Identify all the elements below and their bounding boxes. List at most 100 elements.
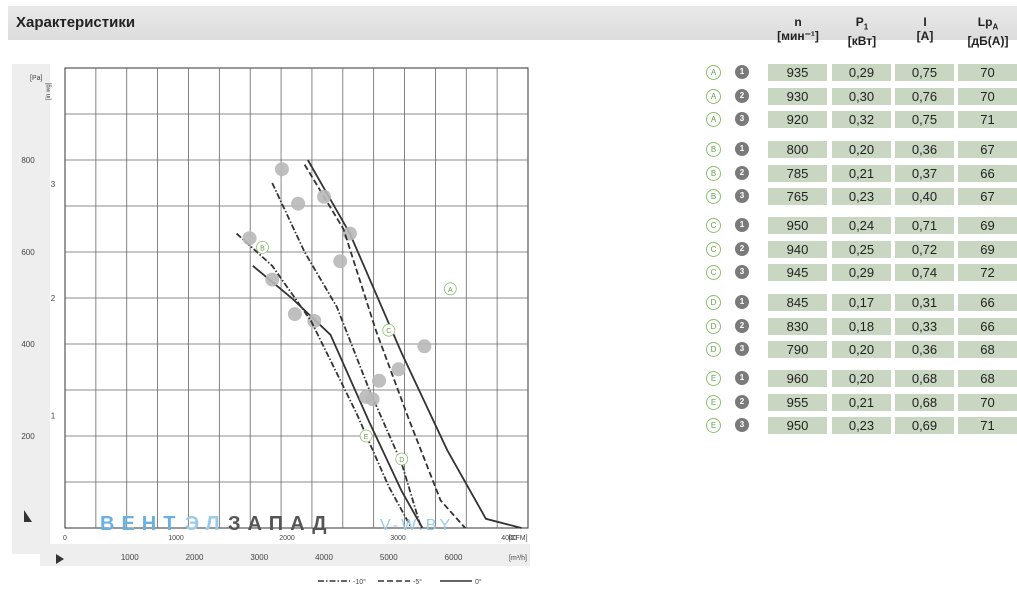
cell-i: 0,68	[895, 393, 954, 411]
watermark-text: V-W.BY	[380, 517, 453, 534]
cell-n: 800	[768, 141, 827, 158]
x-tick-label-m3h: 3000	[250, 553, 268, 562]
page-title: Характеристики	[16, 14, 136, 31]
operating-point-badge: 3	[735, 265, 749, 279]
cell-i: 0,71	[895, 217, 954, 234]
operating-point-marker	[317, 189, 332, 204]
curve-letter-badge: A	[706, 65, 721, 80]
curve-letter-badge: D	[706, 318, 721, 334]
operating-point-marker	[274, 162, 289, 177]
column-unit: [дБ(A)]	[967, 34, 1009, 49]
operating-point-marker	[342, 226, 357, 241]
column-unit: [кВт]	[847, 34, 877, 49]
y-tick-label-pa: 800	[21, 156, 35, 165]
cell-p1: 0,20	[832, 370, 891, 387]
x-tick-label-m3h: 5000	[380, 553, 398, 562]
curve-label: B	[260, 245, 265, 252]
y-tick-label-pa: 600	[21, 248, 35, 257]
cell-p1: 0,20	[832, 341, 891, 358]
curve-letter-badge: B	[706, 142, 721, 157]
operating-point-badge: 1	[735, 218, 749, 232]
x-tick-label-m3h: 2000	[186, 553, 204, 562]
cell-p1: 0,29	[832, 264, 891, 281]
cell-i: 0,40	[895, 188, 954, 205]
cell-lpa: 67	[958, 141, 1017, 158]
cell-lpa: 70	[958, 64, 1017, 81]
cell-p1: 0,23	[832, 188, 891, 205]
x-tick-label-cfm: 3000	[390, 535, 406, 542]
cell-n: 940	[768, 240, 827, 258]
y-axis-band	[12, 64, 50, 554]
x-tick-label-cfm: 0	[63, 535, 67, 542]
cell-lpa: 69	[958, 217, 1017, 234]
cell-p1: 0,21	[832, 393, 891, 411]
cell-p1: 0,21	[832, 164, 891, 182]
operating-point-marker	[287, 307, 302, 322]
cell-lpa: 68	[958, 370, 1017, 387]
cell-lpa: 66	[958, 317, 1017, 335]
watermark-text: ЭЛ	[185, 513, 227, 535]
column-name: n	[794, 15, 802, 29]
curve-letter-badge: D	[706, 295, 721, 310]
cell-i: 0,31	[895, 294, 954, 311]
cell-p1: 0,29	[832, 64, 891, 81]
curve-letter-badge: A	[706, 88, 721, 104]
column-header-2: I [A]	[895, 15, 955, 43]
column-header-1: P1 [кВт]	[832, 15, 892, 48]
cell-n: 945	[768, 264, 827, 281]
y-tick-label-inwg: 3	[51, 180, 56, 189]
cell-i: 0,75	[895, 64, 954, 81]
watermark-text: ЗАПАД	[228, 513, 334, 535]
cell-n: 930	[768, 87, 827, 105]
operating-point-badge: 2	[735, 88, 749, 103]
cell-i: 0,33	[895, 317, 954, 335]
legend-label: 0°	[475, 578, 482, 586]
performance-chart: 200 400 600 800 [Pa] 1 2 3 [in wg] 0 1000 2000 3000 4…	[12, 64, 530, 586]
column-header-3: LpA [дБ(A)]	[958, 15, 1017, 48]
cell-i: 0,74	[895, 264, 954, 281]
operating-point-badge: 3	[735, 189, 749, 203]
cell-i: 0,72	[895, 240, 954, 258]
cell-i: 0,75	[895, 111, 954, 128]
curve-letter-badge: B	[706, 189, 721, 204]
column-unit: [мин⁻¹]	[777, 29, 819, 43]
x-axis-unit-cfm: [CFM]	[508, 535, 527, 542]
cell-p1: 0,32	[832, 111, 891, 128]
watermark-text: ВЕНТ	[100, 513, 182, 535]
cell-n: 960	[768, 370, 827, 387]
column-name: Lp	[977, 15, 993, 29]
cell-n: 790	[768, 341, 827, 358]
operating-point-marker	[307, 314, 322, 328]
x-tick-label-m3h: 4000	[315, 553, 333, 562]
legend-label: -10°	[353, 578, 366, 586]
curve-letter-badge: D	[706, 342, 721, 357]
cell-n: 785	[768, 164, 827, 182]
x-axis-unit-m3h: [m³/h]	[509, 555, 527, 562]
operating-point-badge: 1	[735, 65, 749, 79]
operating-point-badge: 3	[735, 112, 749, 126]
cell-n: 950	[768, 217, 827, 234]
cell-p1: 0,17	[832, 294, 891, 311]
curve-letter-badge: E	[706, 394, 721, 410]
operating-point-badge: 1	[735, 142, 749, 156]
curve-letter-badge: E	[706, 371, 721, 386]
curve-label: A	[448, 287, 453, 294]
curve-letter-badge: A	[706, 112, 721, 127]
operating-point-marker	[333, 254, 348, 269]
cell-lpa: 67	[958, 188, 1017, 205]
operating-point-marker	[372, 373, 387, 388]
curve-label: C	[386, 328, 391, 335]
operating-point-badge: 3	[735, 418, 749, 432]
cell-i: 0,37	[895, 164, 954, 182]
cell-p1: 0,25	[832, 240, 891, 258]
x-tick-label-cfm: 2000	[279, 535, 295, 542]
cell-i: 0,76	[895, 87, 954, 105]
operating-point-badge: 2	[735, 318, 749, 333]
cell-n: 935	[768, 64, 827, 81]
operating-point-marker	[359, 389, 374, 404]
operating-point-marker	[265, 272, 280, 287]
cell-n: 765	[768, 188, 827, 205]
column-name: I	[923, 15, 927, 29]
cell-i: 0,68	[895, 370, 954, 387]
cell-lpa: 71	[958, 417, 1017, 434]
